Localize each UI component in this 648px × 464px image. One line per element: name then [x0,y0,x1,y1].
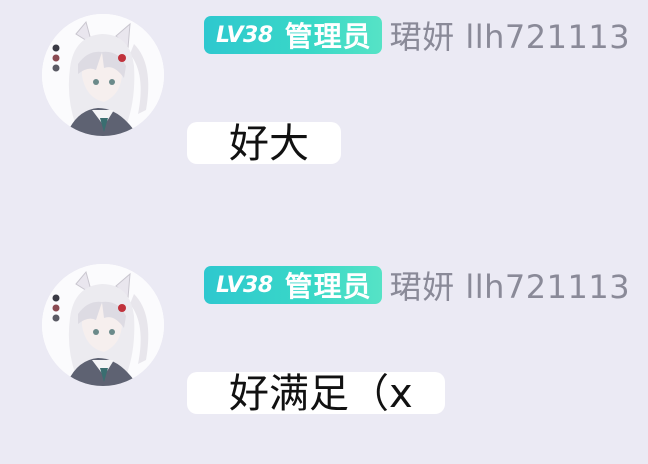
admin-level-badge: LV38 管理员 [204,16,382,54]
message-text: 好大 [229,121,309,167]
role-label: 管理员 [284,270,372,303]
message-header: LV38 管理员 珺妍 llh721113 [204,16,630,56]
message-header: LV38 管理员 珺妍 llh721113 [204,266,630,306]
chat-message: LV38 管理员 珺妍 llh721113 好大 [0,0,648,200]
username[interactable]: 珺妍 llh721113 [390,12,630,58]
avatar[interactable] [42,14,164,136]
role-label: 管理员 [284,20,372,53]
avatar[interactable] [42,264,164,386]
chat-message: LV38 管理员 珺妍 llh721113 好满足（x [0,250,648,450]
anime-girl-avatar-icon [42,14,164,136]
admin-level-badge: LV38 管理员 [204,266,382,304]
username[interactable]: 珺妍 llh721113 [390,262,630,308]
message-bubble[interactable]: 好满足（x [187,372,445,414]
message-bubble[interactable]: 好大 [187,122,341,164]
anime-girl-avatar-icon [42,264,164,386]
level-label: LV38 [216,272,273,298]
message-text: 好满足（x [229,371,413,417]
level-label: LV38 [216,22,273,48]
